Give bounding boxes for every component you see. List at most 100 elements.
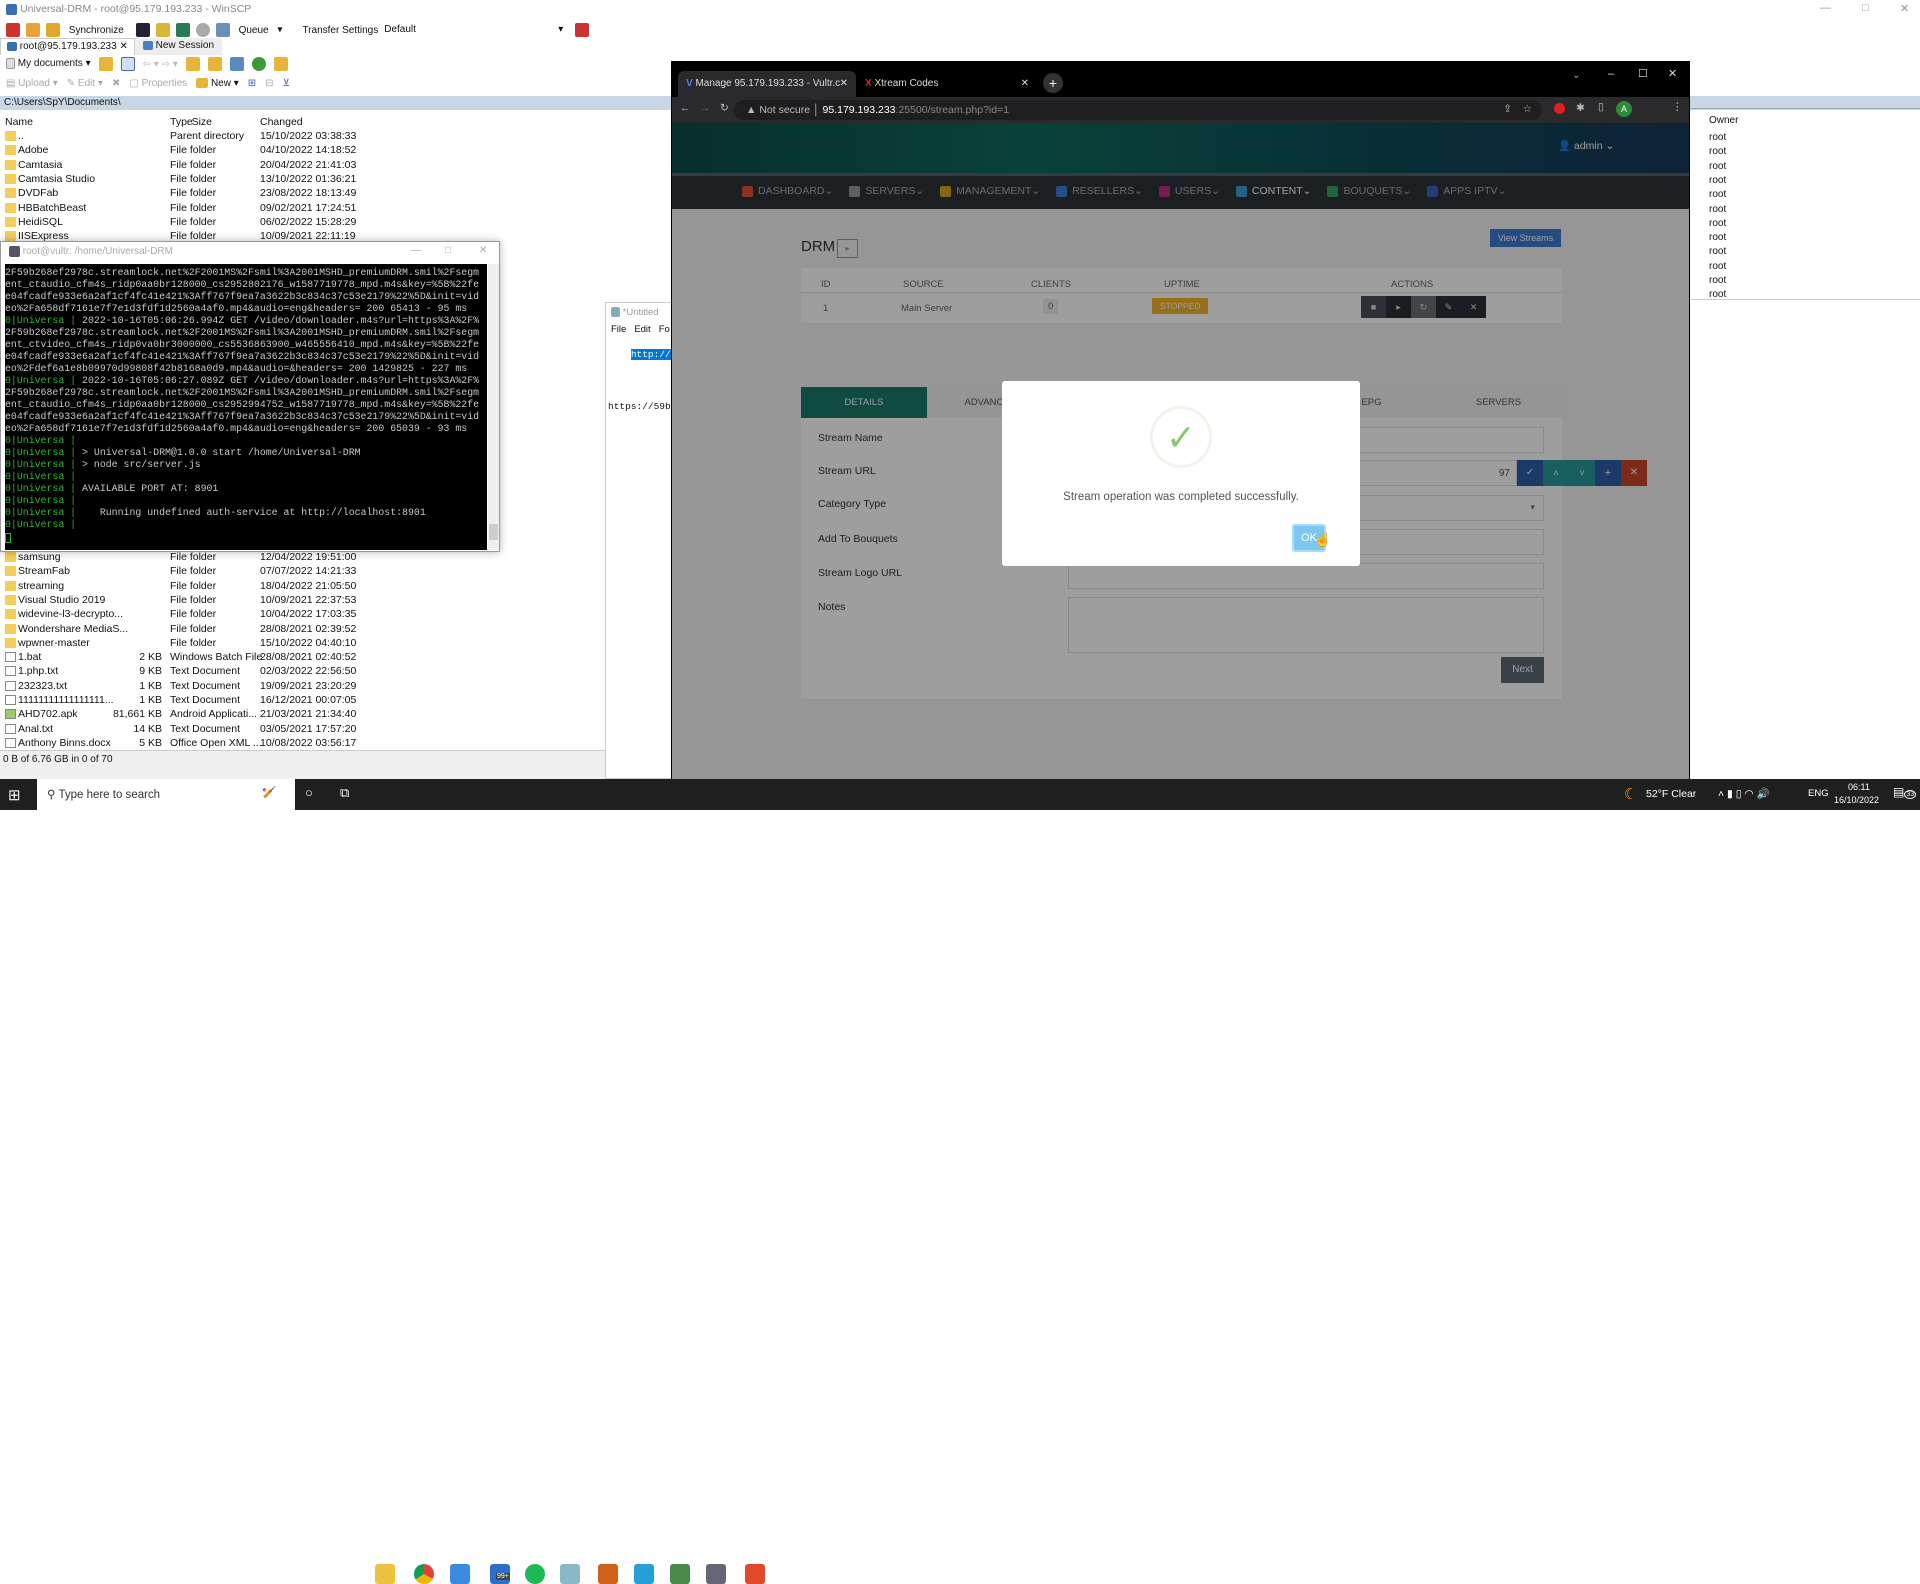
bookmark-star-icon[interactable]: ☆: [1523, 103, 1532, 115]
file-row[interactable]: Adobe File folder 04/10/2022 14:18:52: [0, 144, 356, 158]
upload-button[interactable]: ▤ Upload ▾: [6, 78, 58, 89]
camtasia-icon[interactable]: [745, 1564, 765, 1584]
synchronize-button[interactable]: Synchronize: [46, 23, 130, 37]
menu-file[interactable]: File: [611, 324, 626, 335]
transfer-profile-icon[interactable]: [575, 23, 590, 37]
store-icon[interactable]: [450, 1564, 470, 1584]
file-row[interactable]: .. Parent directory 15/10/2022 03:38:33: [0, 130, 356, 144]
filter-icon[interactable]: [120, 57, 135, 71]
sidepanel-icon[interactable]: ▯: [1598, 101, 1604, 113]
preferences-icon[interactable]: [195, 23, 210, 37]
address-bar[interactable]: ▲ Not secure │ 95.179.193.233:25500/stre…: [734, 100, 1542, 120]
minimize-button[interactable]: —: [1820, 2, 1831, 14]
refresh-icon[interactable]: [251, 57, 266, 71]
extension-opera-icon[interactable]: [1554, 103, 1565, 114]
file-row[interactable]: StreamFab File folder 07/07/2022 14:21:33: [0, 565, 356, 579]
file-row[interactable]: AHD702.apk 81,661 KB Android Applicati... 2…: [0, 708, 356, 722]
edit-button[interactable]: ✎ Edit ▾: [67, 78, 103, 89]
new-button[interactable]: New ▾: [196, 78, 239, 89]
tab-close-icon[interactable]: ✕: [840, 78, 848, 89]
file-row[interactable]: streaming File folder 18/04/2022 21:05:50: [0, 580, 356, 594]
col-size[interactable]: Size: [192, 116, 212, 128]
tray-icons[interactable]: ˄ ▮ ▯ ◠ 🔊: [1718, 787, 1770, 800]
notepad-text[interactable]: http://127.0 https://59b2: [606, 337, 700, 435]
file-row[interactable]: Camtasia File folder 20/04/2022 21:41:03: [0, 159, 356, 173]
compare-icon[interactable]: [6, 23, 20, 37]
session-tab-active[interactable]: root@95.179.193.233 ✕: [0, 38, 135, 55]
sync-browse-icon[interactable]: [26, 23, 40, 37]
location-select[interactable]: My documents ▾: [6, 58, 91, 70]
console-icon[interactable]: [175, 23, 190, 37]
tab-close-icon[interactable]: ✕: [1021, 78, 1029, 89]
menu-kebab-icon[interactable]: ⋮: [1672, 101, 1683, 113]
browser-tab-xtream[interactable]: X Xtream Codes ✕: [857, 71, 1037, 97]
terminal-maximize[interactable]: □: [445, 245, 451, 256]
col-changed[interactable]: Changed: [260, 116, 303, 128]
home-icon[interactable]: [229, 57, 244, 71]
transfer-settings-select[interactable]: Default ▾: [384, 24, 570, 36]
queue-button[interactable]: Queue ▾: [215, 23, 282, 37]
select-all-icon[interactable]: ⊞: [248, 78, 256, 89]
terminal-close[interactable]: ✕: [479, 245, 487, 256]
file-row[interactable]: 11111111111111111... 1 KB Text Document 16/…: [0, 694, 356, 708]
properties-button[interactable]: ▢ Properties: [129, 78, 187, 89]
terminal-output[interactable]: 2F59b268ef2978c.streamlock.net%2F2001MS%…: [5, 264, 487, 550]
back-icon[interactable]: ←: [680, 102, 691, 114]
new-tab-button[interactable]: +: [1043, 73, 1063, 93]
file-row[interactable]: Visual Studio 2019 File folder 10/09/2021 …: [0, 594, 356, 608]
filter-select-icon[interactable]: ⊻: [283, 78, 290, 89]
menu-edit[interactable]: Edit: [634, 324, 650, 335]
start-button[interactable]: ⊞: [8, 786, 21, 804]
browser-maximize[interactable]: ☐: [1638, 67, 1648, 80]
clock-time[interactable]: 06:11: [1848, 782, 1870, 792]
share-icon[interactable]: ⇪: [1503, 103, 1512, 115]
file-row[interactable]: Camtasia Studio File folder 13/10/2022 01:…: [0, 173, 356, 187]
notes-app-icon[interactable]: [560, 1564, 580, 1584]
file-row[interactable]: 232323.txt 1 KB Text Document 19/09/2021 23…: [0, 680, 356, 694]
file-row[interactable]: samsung File folder 12/04/2022 19:51:00: [0, 551, 356, 565]
parent-dir-icon[interactable]: [185, 57, 200, 71]
terminal-icon[interactable]: [135, 23, 150, 37]
winscp-taskbar-icon[interactable]: [670, 1564, 690, 1584]
putty-taskbar-icon[interactable]: [706, 1564, 726, 1584]
taskbar-search-box[interactable]: ⚲ Type here to search 🏏: [37, 779, 295, 810]
col-name[interactable]: Name: [5, 116, 33, 128]
spotify-icon[interactable]: [525, 1564, 545, 1584]
file-row[interactable]: Anal.txt 14 KB Text Document 03/05/2021 17:…: [0, 723, 356, 737]
reload-icon[interactable]: ↻: [720, 102, 729, 114]
notification-center-icon[interactable]: ▤ 33: [1893, 785, 1917, 799]
forward-icon[interactable]: →: [700, 102, 711, 114]
file-row[interactable]: HBBatchBeast File folder 09/02/2021 17:24:…: [0, 202, 356, 216]
file-row[interactable]: 1.php.txt 9 KB Text Document 02/03/2022 22:…: [0, 665, 356, 679]
unselect-icon[interactable]: ⊟: [265, 78, 273, 89]
extensions-puzzle-icon[interactable]: ✱: [1576, 102, 1585, 114]
clock-date[interactable]: 16/10/2022: [1834, 795, 1879, 805]
browser-minimize[interactable]: –: [1608, 68, 1614, 80]
language-indicator[interactable]: ENG: [1808, 788, 1829, 799]
back-icon[interactable]: ⇦ ▾ ⇨ ▾: [143, 59, 178, 70]
new-session-tab[interactable]: New Session: [134, 38, 222, 55]
menu-format[interactable]: Fo: [659, 324, 670, 335]
file-row[interactable]: Anthony Binns.docx 5 KB Office Open XML ..…: [0, 737, 356, 751]
delete-icon[interactable]: ✖: [112, 78, 120, 89]
weather-text[interactable]: 52°F Clear: [1646, 788, 1696, 800]
tab-search-icon[interactable]: ⌄: [1572, 70, 1580, 81]
chrome-icon[interactable]: [414, 1564, 434, 1584]
task-view-icon[interactable]: ⧉: [340, 785, 349, 801]
file-row[interactable]: 1.bat 2 KB Windows Batch File 28/08/2021 02…: [0, 651, 356, 665]
root-dir-icon[interactable]: [207, 57, 222, 71]
file-row[interactable]: DVDFab File folder 23/08/2022 18:13:49: [0, 187, 356, 201]
cortana-icon[interactable]: ○: [305, 785, 313, 800]
file-row[interactable]: widevine-l3-decrypto... File folder 10/04/…: [0, 608, 356, 622]
maximize-button[interactable]: □: [1862, 2, 1869, 14]
close-button[interactable]: ✕: [1900, 2, 1909, 15]
mail-icon[interactable]: 99+: [490, 1564, 510, 1584]
file-row[interactable]: HeidiSQL File folder 06/02/2022 15:28:29: [0, 216, 356, 230]
app-icon-blue[interactable]: [634, 1564, 654, 1584]
find-files-icon[interactable]: [273, 57, 288, 71]
terminal-scrollbar[interactable]: [488, 264, 499, 550]
open-folder-icon[interactable]: [98, 57, 113, 71]
file-row[interactable]: wpwner-master File folder 15/10/2022 04:40…: [0, 637, 356, 651]
putty-icon[interactable]: [155, 23, 170, 37]
owner-header[interactable]: Owner: [1709, 115, 1738, 126]
